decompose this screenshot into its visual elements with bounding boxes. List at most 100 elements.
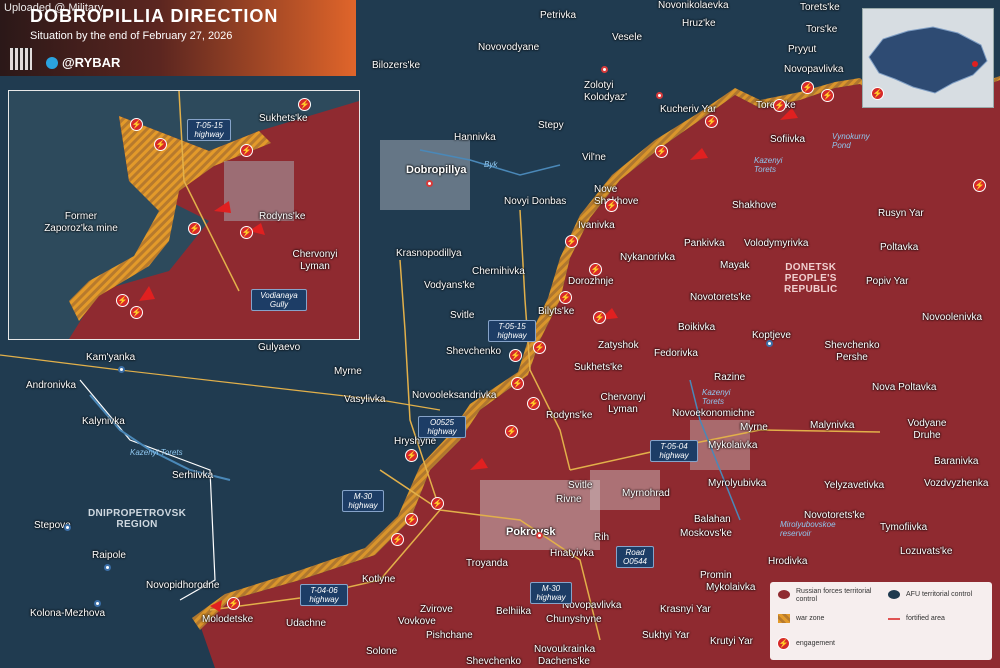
inset-label: Sukhets'ke	[259, 113, 308, 124]
town-label: Kam'yanka	[86, 352, 136, 363]
telegram-icon	[46, 57, 58, 69]
town-label: Petrivka	[540, 10, 577, 21]
settlement-dot	[536, 532, 543, 539]
town-label: Andronivka	[26, 380, 77, 391]
town-label: Boikivka	[678, 322, 716, 333]
town-label: Balahan	[694, 514, 731, 525]
town-label: Malynivka	[810, 420, 855, 431]
town-label: Nykanorivka	[620, 252, 676, 263]
town-label: Tymofiivka	[880, 522, 928, 533]
afu-control-swatch	[888, 590, 900, 599]
town-label: Vodyane Druhe	[907, 418, 947, 441]
town-label: Dachens'ke	[538, 656, 590, 667]
river-label: Byk	[484, 160, 498, 169]
highway-label: T-05-04 highway	[650, 440, 698, 462]
highway-label: Road O0544	[616, 546, 654, 568]
legend-label: war zone	[796, 615, 825, 622]
town-label: Stepy	[538, 120, 564, 131]
town-label: Hnatyivka	[550, 548, 594, 559]
town-label: Dobropillya	[406, 164, 467, 176]
town-label: Novoolenivka	[922, 312, 983, 323]
town-label: Raipole	[92, 550, 126, 561]
engagement-icon: ⚡	[593, 311, 606, 324]
town-label: Torets'ke	[800, 2, 840, 13]
russian-control-swatch	[778, 590, 790, 599]
town-label: Poltavka	[880, 242, 919, 253]
town-label: Promin	[700, 570, 732, 581]
town-label: Kolona-Mezhova	[30, 608, 106, 619]
town-label: Chervonyi Lyman	[600, 392, 646, 415]
river-label: Kazenyi Torets	[130, 448, 183, 457]
region-label: DNIPROPETROVSK REGION	[88, 508, 187, 530]
town-label: Chernihivka	[472, 266, 525, 277]
town-label: Kalynivka	[82, 416, 125, 427]
town-label: Novyi Donbas	[504, 196, 567, 207]
engagement-icon: ⚡	[511, 377, 524, 390]
water-label: Vynokurny Pond	[832, 132, 870, 150]
engagement-icon: ⚡	[154, 138, 167, 151]
engagement-icon: ⚡	[405, 449, 418, 462]
town-label: Novopavlivka	[784, 64, 844, 75]
engagement-icon: ⚡	[801, 81, 814, 94]
town-label: Krutyi Yar	[710, 636, 753, 647]
engagement-icon: ⚡	[705, 115, 718, 128]
inset-map[interactable]: Sukhets'ke T-05-15 highway Former Zaporo…	[8, 90, 360, 340]
engagement-icon: ⚡	[533, 341, 546, 354]
town-label: Gulyaevo	[258, 342, 301, 353]
engagement-icon: ⚡	[589, 263, 602, 276]
town-label: Lozuvats'ke	[900, 546, 953, 557]
engagement-icon: ⚡	[509, 349, 522, 362]
town-label: Volodymyrivka	[744, 238, 809, 249]
town-label: Pankivka	[684, 238, 725, 249]
engagement-icon: ⚡	[773, 99, 786, 112]
town-label: Bilozers'ke	[372, 60, 421, 71]
town-label: Baranivka	[934, 456, 979, 467]
settlement-dot	[426, 180, 433, 187]
engagement-icon: ⚡	[565, 235, 578, 248]
town-label: Ivanivka	[578, 220, 615, 231]
highway-label: M-30 highway	[530, 582, 572, 604]
brand-handle: @RYBAR	[62, 55, 121, 70]
water-label: Mirolyubovskoe reservoir	[780, 520, 836, 538]
engagement-icon: ⚡	[431, 497, 444, 510]
engagement-icon: ⚡	[240, 144, 253, 157]
town-label: Hruz'ke	[682, 18, 716, 29]
town-label: Shevchenko	[446, 346, 502, 357]
engagement-icon: ⚡	[240, 226, 253, 239]
town-label: Bilyts'ke	[538, 306, 575, 317]
town-label: Moskovs'ke	[680, 528, 732, 539]
town-label: Vozdvyzhenka	[924, 478, 989, 489]
settlement-dot	[64, 524, 71, 531]
town-label: Nova Poltavka	[872, 382, 937, 393]
settlement-dot	[656, 92, 663, 99]
engagement-icon: ⚡	[605, 199, 618, 212]
map-canvas[interactable]: DOBROPILLIA DIRECTION Situation by the e…	[0, 0, 1000, 668]
town-label: Razine	[714, 372, 746, 383]
inset-label: Rodyns'ke	[259, 211, 306, 222]
highway-label: T-04-06 highway	[300, 584, 348, 606]
town-label: Mayak	[720, 260, 750, 271]
river-label: Kazenyi Torets	[702, 388, 731, 406]
town-label: Sukhets'ke	[574, 362, 623, 373]
town-label: Sofiivka	[770, 134, 806, 145]
town-label: Vil'ne	[582, 152, 606, 163]
engagement-icon: ⚡	[130, 118, 143, 131]
upload-watermark: Uploaded @ Military...	[4, 2, 112, 14]
town-label: Fedorivka	[654, 348, 698, 359]
town-label: Vesele	[612, 32, 643, 43]
highway-label: T-05-15 highway	[488, 320, 536, 342]
engagement-icon: ⚡	[227, 597, 240, 610]
town-label: Myrne	[334, 366, 362, 377]
town-label: Myrolyubivka	[708, 478, 767, 489]
town-label: Rusyn Yar	[878, 208, 924, 219]
engagement-icon: ⚡	[505, 425, 518, 438]
town-label: Krasnopodillya	[396, 248, 462, 259]
town-label: Novonikolaevka	[658, 0, 729, 11]
engagement-icon: ⚡	[559, 291, 572, 304]
town-label: Svitle	[450, 310, 475, 321]
inset-highway-label: Vodianaya Gully	[251, 289, 307, 311]
settlement-dot	[601, 66, 608, 73]
town-label: Novoukrainka	[534, 644, 596, 655]
town-label: Pokrovsk	[506, 526, 556, 538]
region-label: DONETSK PEOPLE'S REPUBLIC	[784, 262, 838, 295]
